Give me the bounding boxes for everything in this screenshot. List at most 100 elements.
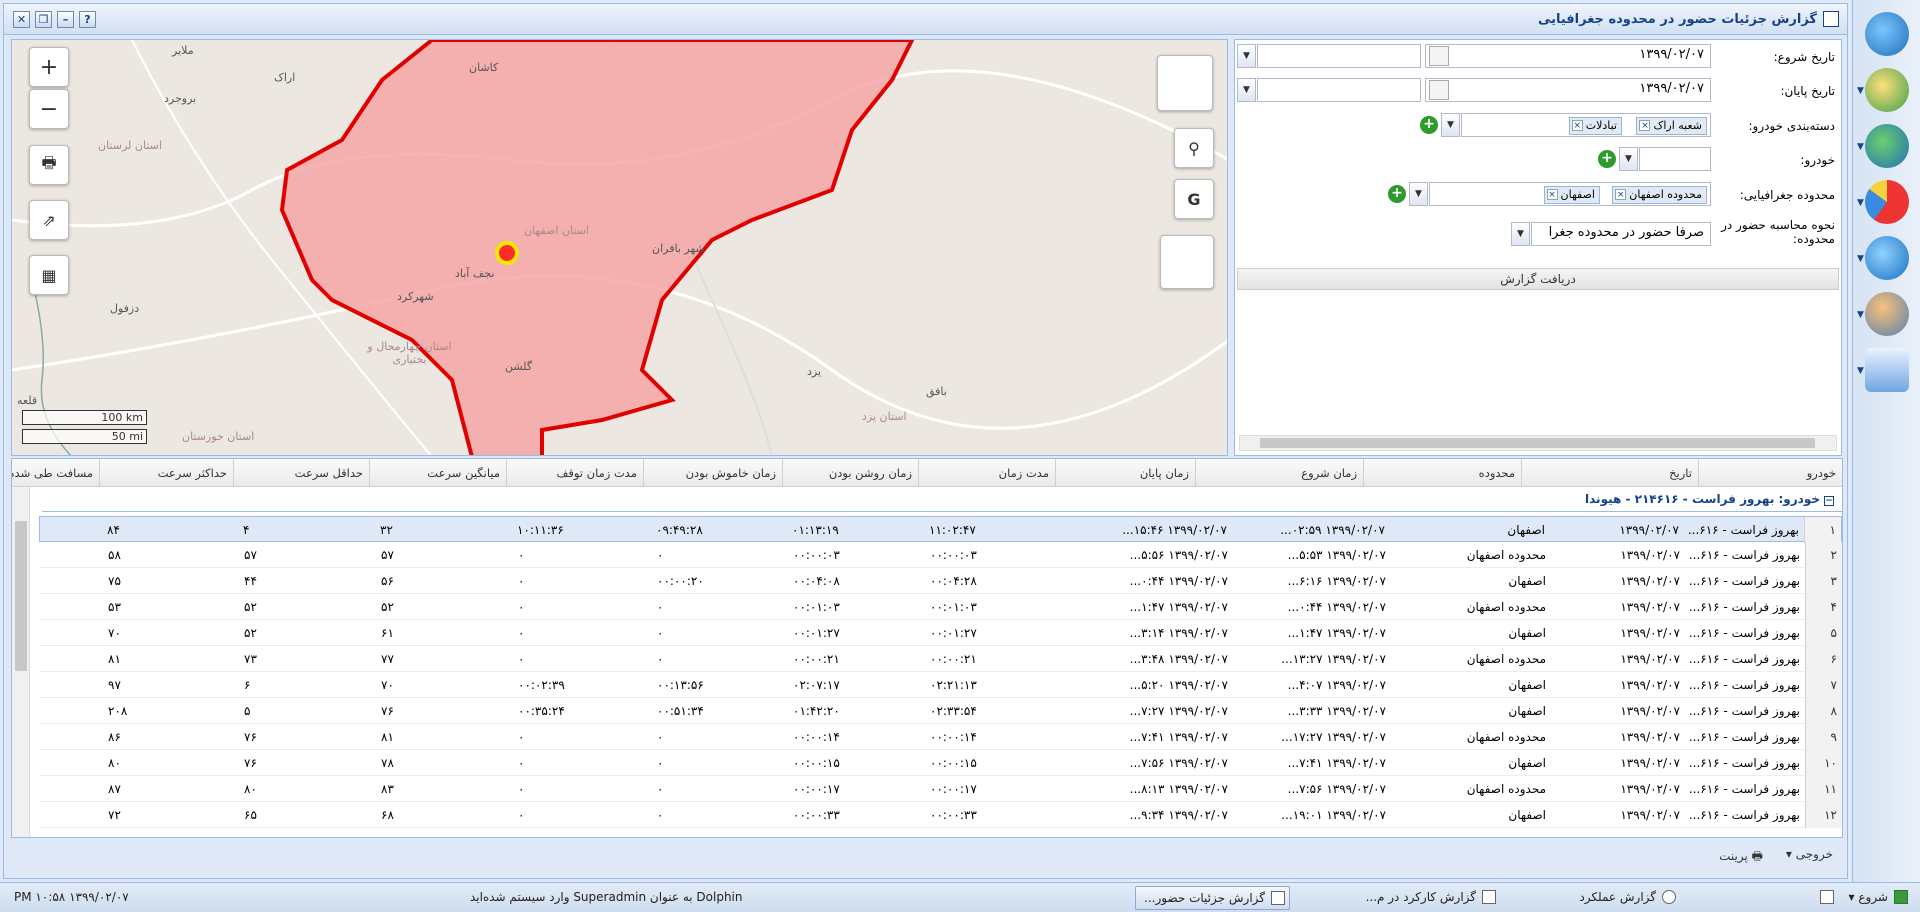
restore-button[interactable]: ❐ xyxy=(35,11,52,28)
map-label: اراک xyxy=(274,71,296,84)
task-presence-report[interactable]: گزارش جزئیات حضور... xyxy=(1135,886,1290,910)
table-row[interactable]: ۱۱ بهروز فراست - ۶۱۶... ۱۳۹۹/۰۲/۰۷ محدوده ا… xyxy=(39,776,1842,802)
map-overview-button[interactable] xyxy=(1157,55,1213,111)
remove-tag-icon[interactable]: × xyxy=(1639,120,1651,131)
column-header[interactable]: محدوده xyxy=(1363,459,1521,487)
add-icon[interactable]: + xyxy=(1598,150,1616,168)
geofence-zone[interactable] xyxy=(279,40,915,456)
start-date-input[interactable]: ۱۳۹۹/۰۲/۰۷ xyxy=(1425,44,1711,68)
google-layer-button[interactable]: G xyxy=(1174,179,1214,219)
column-header[interactable]: زمان خاموش بودن xyxy=(643,459,782,487)
admin-app-button[interactable]: ▼ xyxy=(1857,286,1915,342)
end-date-input[interactable]: ۱۳۹۹/۰۲/۰۷ xyxy=(1425,78,1711,102)
vehicle-marker[interactable] xyxy=(495,241,519,265)
map-view[interactable]: + − 🖶 ⇗ ▦ ⚲ G کاشان اراک بروجرد استان لر… xyxy=(11,39,1228,456)
table-cell: ۰۰:۰۰:۲۱ xyxy=(930,652,977,666)
add-icon[interactable]: + xyxy=(1388,185,1406,203)
column-header[interactable]: خودرو xyxy=(1698,459,1842,487)
row-number: ۲ xyxy=(1805,542,1842,568)
start-button[interactable]: شروع ▾ xyxy=(1841,886,1912,910)
windows-switch-button[interactable] xyxy=(1816,886,1836,910)
help-button[interactable]: ? xyxy=(79,11,96,28)
print-map-button[interactable]: 🖶 xyxy=(29,145,69,185)
table-cell: ۴ xyxy=(243,523,250,537)
table-row[interactable]: ۲ بهروز فراست - ۶۱۶... ۱۳۹۹/۰۲/۰۷ محدوده اص… xyxy=(39,542,1842,568)
layers-map-button[interactable]: ▦ xyxy=(29,255,69,295)
table-cell: بهروز فراست - ۶۱۶... xyxy=(1688,574,1800,588)
popout-map-button[interactable]: ⇗ xyxy=(29,200,69,240)
column-header[interactable]: حداکثر سرعت xyxy=(99,459,233,487)
table-row[interactable]: ۶ بهروز فراست - ۶۱۶... ۱۳۹۹/۰۲/۰۷ محدوده اص… xyxy=(39,646,1842,672)
task-work-report[interactable]: گزارش کارکرد در م... xyxy=(1358,886,1500,910)
column-header[interactable]: زمان روشن بودن xyxy=(782,459,918,487)
export-button[interactable]: خروجی ▾ xyxy=(1786,847,1833,861)
scale-mi: 50 mi xyxy=(22,429,147,444)
table-row[interactable]: ۴ بهروز فراست - ۶۱۶... ۱۳۹۹/۰۲/۰۷ محدوده اص… xyxy=(39,594,1842,620)
table-cell: ۰ xyxy=(518,652,525,666)
task-performance-report[interactable]: گزارش عملکرد xyxy=(1571,886,1680,910)
table-row[interactable]: ۳ بهروز فراست - ۶۱۶... ۱۳۹۹/۰۲/۰۷ اصفهان ۱۳۹… xyxy=(39,568,1842,594)
collapse-icon[interactable]: − xyxy=(1824,496,1834,506)
table-row[interactable]: ۱ بهروز فراست - ۶۱۶... ۱۳۹۹/۰۲/۰۷ اصفهان ۱۳۹… xyxy=(39,516,1842,543)
reports-app-button[interactable]: ▼ xyxy=(1857,174,1915,230)
calc-method-dropdown[interactable]: ▼ xyxy=(1511,222,1530,246)
remove-tag-icon[interactable]: × xyxy=(1546,189,1558,200)
table-cell: ۰ xyxy=(518,730,525,744)
remove-tag-icon[interactable]: × xyxy=(1615,189,1627,200)
add-icon[interactable]: + xyxy=(1420,116,1438,134)
calc-method-select[interactable]: صرفا حضور در محدوده جغرا xyxy=(1531,222,1711,246)
zoom-out-button[interactable]: − xyxy=(29,89,69,129)
grid-vertical-scrollbar[interactable] xyxy=(12,487,30,837)
map-search-button[interactable]: ⚲ xyxy=(1174,128,1214,168)
group-header-row[interactable]: −خودرو: بهروز فراست - ۲۱۴۶۱۶ - هیوندا xyxy=(42,492,1842,512)
table-row[interactable]: ۷ بهروز فراست - ۶۱۶... ۱۳۹۹/۰۲/۰۷ اصفهان ۱۳۹… xyxy=(39,672,1842,698)
table-row[interactable]: ۱۲ بهروز فراست - ۶۱۶... ۱۳۹۹/۰۲/۰۷ اصفهان ۱۳… xyxy=(39,802,1842,828)
start-date-dropdown[interactable]: ▼ xyxy=(1237,44,1256,68)
table-row[interactable]: ۱۰ بهروز فراست - ۶۱۶... ۱۳۹۹/۰۲/۰۷ اصفهان ۱۳… xyxy=(39,750,1842,776)
column-header[interactable]: مسافت طی شده xyxy=(12,459,99,487)
table-row[interactable]: ۵ بهروز فراست - ۶۱۶... ۱۳۹۹/۰۲/۰۷ اصفهان ۱۳۹… xyxy=(39,620,1842,646)
print-button[interactable]: 🖶 پرینت xyxy=(1719,847,1763,868)
column-header[interactable]: زمان شروع xyxy=(1195,459,1363,487)
table-row[interactable]: ۸ بهروز فراست - ۶۱۶... ۱۳۹۹/۰۲/۰۷ اصفهان ۱۳۹… xyxy=(39,698,1842,724)
get-report-button[interactable]: دریافت گزارش xyxy=(1237,268,1839,290)
calendar-icon[interactable] xyxy=(1429,80,1449,100)
dashboard-app-button[interactable] xyxy=(1859,6,1915,62)
end-date-dropdown[interactable]: ▼ xyxy=(1237,78,1256,102)
vehicle-dropdown[interactable]: ▼ xyxy=(1619,147,1638,171)
zoom-in-button[interactable]: + xyxy=(29,47,69,87)
messages-app-button[interactable]: ▼ xyxy=(1857,342,1915,398)
table-cell: ۰۰:۰۴:۰۸ xyxy=(793,574,840,588)
vehicle-group-dropdown[interactable]: ▼ xyxy=(1441,113,1460,137)
close-button[interactable]: ✕ xyxy=(13,11,30,28)
filter-panel: تاریخ شروع: ۱۳۹۹/۰۲/۰۷ ▼ تاریخ پایان: ۱۳… xyxy=(1234,39,1842,456)
column-header[interactable]: تاریخ xyxy=(1521,459,1698,487)
table-cell: ۵۶ xyxy=(381,574,394,588)
vehicle-label: خودرو: xyxy=(1800,153,1835,167)
table-cell: ۰ xyxy=(518,808,525,822)
table-cell: ۱۳۹۹/۰۲/۰۷ ۱۵:۴۶... xyxy=(1122,523,1227,537)
column-header[interactable]: زمان پایان xyxy=(1055,459,1195,487)
vehicle-input[interactable] xyxy=(1639,147,1711,171)
column-header[interactable]: میانگین سرعت xyxy=(369,459,506,487)
remove-tag-icon[interactable]: × xyxy=(1571,120,1583,131)
column-header[interactable]: مدت زمان xyxy=(918,459,1055,487)
vehicle-group-tagfield[interactable]: × شعبه اراک × تبادلات xyxy=(1461,113,1711,137)
map-label: یزد xyxy=(807,365,822,378)
users-app-button[interactable]: ▼ xyxy=(1857,62,1915,118)
geo-dropdown[interactable]: ▼ xyxy=(1409,182,1428,206)
calendar-icon[interactable] xyxy=(1429,46,1449,66)
table-cell: ۱۳۹۹/۰۲/۰۷ xyxy=(1620,678,1680,692)
table-row[interactable]: ۹ بهروز فراست - ۶۱۶... ۱۳۹۹/۰۲/۰۷ محدوده اص… xyxy=(39,724,1842,750)
column-header[interactable]: حداقل سرعت xyxy=(233,459,369,487)
start-time-input[interactable] xyxy=(1257,44,1421,68)
minimize-button[interactable]: – xyxy=(57,11,74,28)
row-number: ۴ xyxy=(1805,594,1842,620)
map-app-button[interactable]: ▼ xyxy=(1857,118,1915,174)
end-time-input[interactable] xyxy=(1257,78,1421,102)
map-style-button[interactable] xyxy=(1160,235,1214,289)
media-app-button[interactable]: ▼ xyxy=(1857,230,1915,286)
column-header[interactable]: مدت زمان توقف xyxy=(506,459,643,487)
form-horizontal-scrollbar[interactable] xyxy=(1239,435,1837,451)
geo-tagfield[interactable]: × محدوده اصفهان × اصفهان xyxy=(1429,182,1711,206)
